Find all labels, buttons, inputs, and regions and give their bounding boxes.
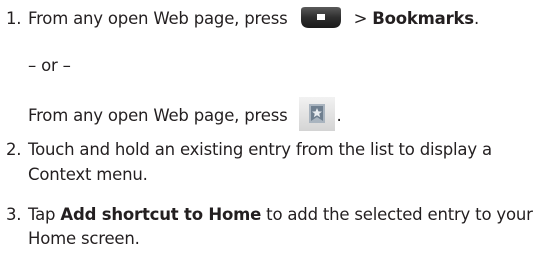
step-3-line-2: Home screen. bbox=[28, 229, 140, 248]
step-2-line-2: Context menu. bbox=[28, 165, 148, 184]
menu-key-icon bbox=[300, 7, 341, 28]
step-number: 2. bbox=[6, 140, 22, 159]
step-2: 2. Touch and hold an existing entry from … bbox=[6, 140, 492, 160]
step-number: 3. bbox=[6, 205, 22, 224]
separator: > bbox=[348, 9, 373, 28]
step-3-text-start: Tap bbox=[28, 205, 61, 224]
step-3: 3. Tap Add shortcut to Home to add the se… bbox=[6, 205, 533, 225]
alt-instruction: From any open Web page, press . bbox=[28, 97, 342, 131]
add-shortcut-label: Add shortcut to Home bbox=[60, 205, 262, 224]
step-2-line-1: Touch and hold an existing entry from th… bbox=[28, 140, 492, 159]
period: . bbox=[336, 106, 342, 125]
step-1: 1. From any open Web page, press > Bookma… bbox=[6, 6, 479, 30]
bookmarks-label: Bookmarks bbox=[372, 9, 474, 28]
instruction-page: 1. From any open Web page, press > Bookma… bbox=[0, 0, 542, 253]
step-number: 1. bbox=[6, 9, 22, 28]
bookmark-icon bbox=[298, 97, 335, 131]
alt-instruction-text: From any open Web page, press bbox=[28, 106, 288, 125]
or-separator: – or – bbox=[28, 56, 71, 75]
step-1-text: From any open Web page, press bbox=[28, 9, 288, 28]
period: . bbox=[473, 9, 479, 28]
step-3-text-end: to add the selected entry to your bbox=[261, 205, 533, 224]
